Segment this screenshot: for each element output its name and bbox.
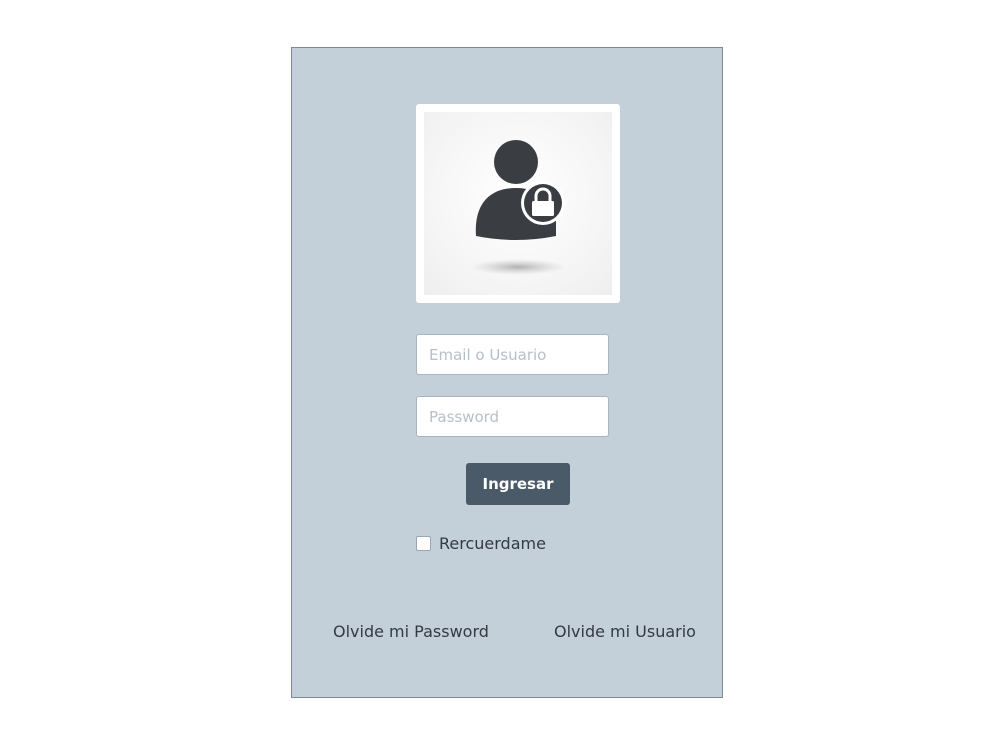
password-input[interactable] [416, 396, 609, 437]
remember-me-checkbox[interactable] [416, 535, 431, 551]
remember-me-label: Rercuerdame [439, 533, 546, 553]
avatar-frame [416, 104, 620, 303]
avatar-image [424, 112, 612, 295]
remember-me[interactable]: Rercuerdame [416, 532, 546, 554]
forgot-password-link[interactable]: Olvide mi Password [333, 622, 489, 641]
login-card: Ingresar Rercuerdame Olvide mi Password … [291, 47, 723, 698]
login-button[interactable]: Ingresar [466, 463, 570, 505]
email-input[interactable] [416, 334, 609, 375]
page: Ingresar Rercuerdame Olvide mi Password … [0, 0, 988, 736]
forgot-user-link[interactable]: Olvide mi Usuario [554, 622, 696, 641]
user-lock-icon [470, 140, 566, 275]
